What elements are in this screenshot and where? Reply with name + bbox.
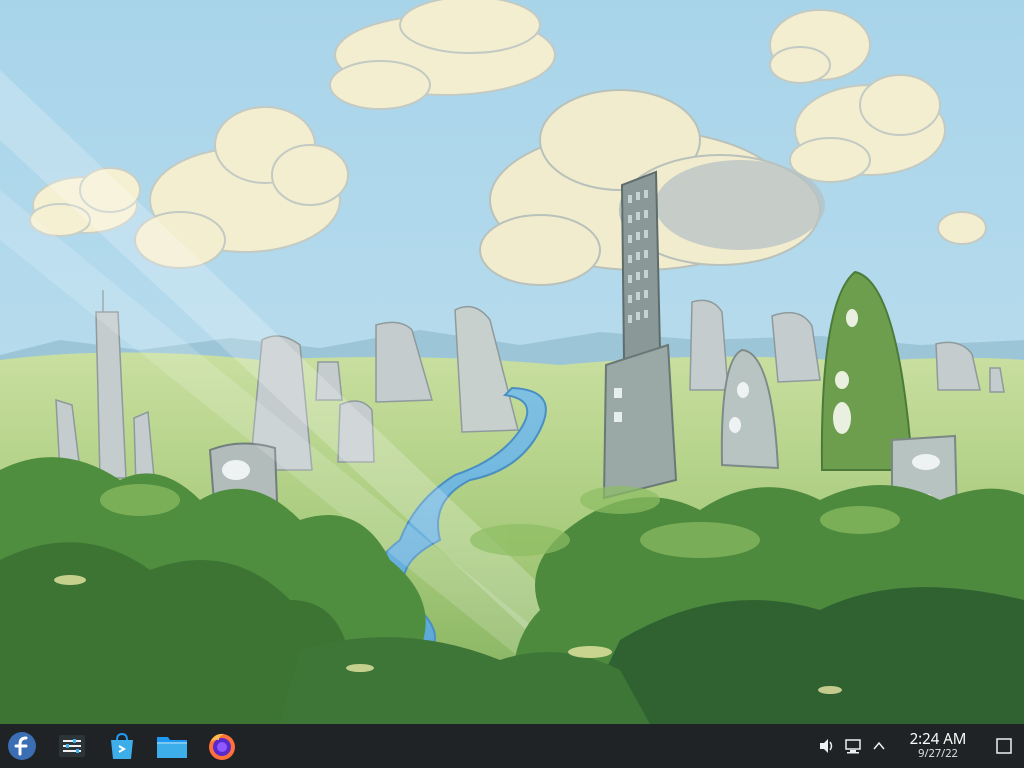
taskbar: 2:24 AM 9/27/22 (0, 724, 1024, 768)
chevron-up-icon (873, 741, 885, 750)
system-settings-button[interactable] (50, 724, 94, 768)
application-launcher-button[interactable] (0, 724, 44, 768)
network-button[interactable] (840, 724, 866, 768)
fedora-logo-icon (8, 732, 36, 760)
firefox-icon (209, 733, 235, 760)
show-desktop-button[interactable] (984, 724, 1024, 768)
folder-icon (157, 737, 187, 758)
clock-date: 9/27/22 (918, 746, 958, 761)
discover-store-button[interactable] (100, 724, 144, 768)
volume-icon (820, 739, 833, 753)
clock-time: 2:24 AM (909, 729, 967, 749)
show-desktop-icon (996, 738, 1012, 754)
digital-clock[interactable]: 2:24 AM 9/27/22 (898, 731, 978, 761)
file-manager-button[interactable] (150, 724, 194, 768)
volume-button[interactable] (814, 724, 840, 768)
system-tray: 2:24 AM 9/27/22 (814, 724, 1024, 768)
tray-expand-button[interactable] (866, 724, 892, 768)
desktop-wallpaper (0, 0, 1024, 724)
firefox-button[interactable] (200, 724, 244, 768)
network-icon (845, 739, 861, 754)
store-bag-icon (111, 732, 133, 759)
settings-sliders-icon (59, 735, 85, 757)
